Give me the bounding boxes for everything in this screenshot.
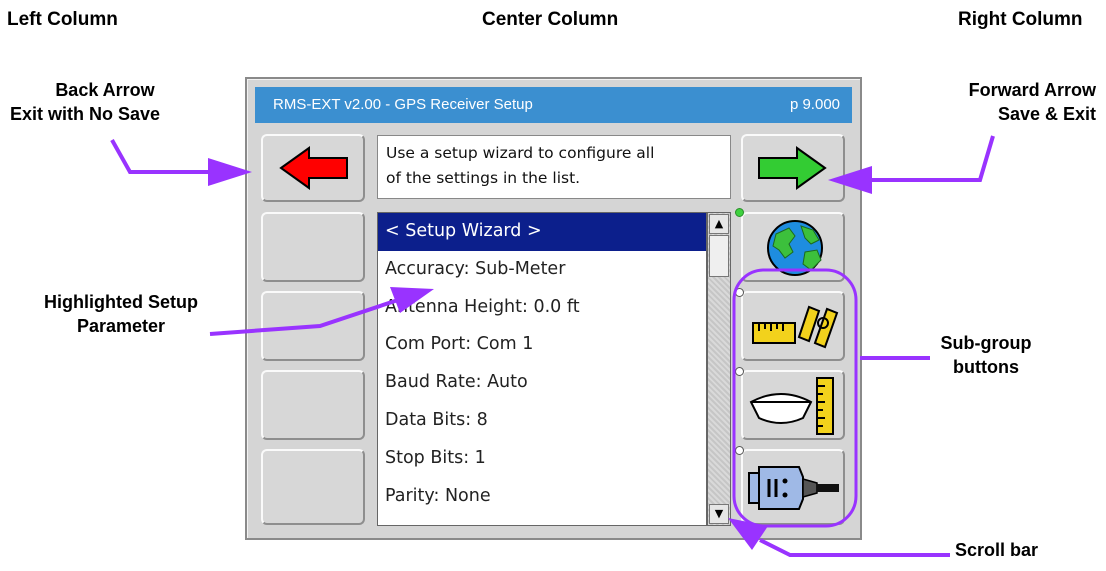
help-message-line1: Use a setup wizard to configure all [386, 144, 655, 162]
highlighted-parameter-callout: Highlighted Setup Parameter [25, 290, 217, 338]
highlight-callout-line2: Parameter [76, 316, 166, 336]
back-arrow-callout: Back Arrow [55, 78, 155, 102]
title-bar: RMS-EXT v2.00 - GPS Receiver Setup p 9.0… [255, 87, 852, 123]
center-column-heading: Center Column [482, 9, 619, 30]
back-callout-line1: Back Arrow [55, 80, 155, 100]
left-empty-button-2[interactable] [261, 291, 365, 361]
list-item-parity[interactable]: Parity: None [378, 478, 706, 516]
scrollbar-callout: Scroll bar [955, 538, 1038, 562]
left-column-heading: Left Column [7, 9, 118, 30]
screen-title: RMS-EXT v2.00 - GPS Receiver Setup [273, 96, 533, 113]
antenna-height-icon [752, 305, 839, 349]
serial-port-icon [748, 466, 839, 510]
list-item-accuracy[interactable]: Accuracy: Sub-Meter [378, 251, 706, 289]
back-callout-line2: Exit with No Save [10, 104, 161, 124]
device-screen: RMS-EXT v2.00 - GPS Receiver Setup p 9.0… [245, 77, 862, 540]
list-item-setup-wizard[interactable]: < Setup Wizard > [378, 213, 706, 251]
back-button[interactable] [261, 134, 365, 202]
forward-arrow-callout: Forward Arrow Save & Exit [930, 78, 1096, 126]
antenna-height-button[interactable] [741, 291, 845, 361]
scroll-thumb[interactable] [709, 235, 729, 277]
scrollbar-callout-line [759, 538, 950, 557]
subgroup-callout: Sub-group buttons [936, 331, 1036, 379]
forward-callout-line [870, 135, 995, 182]
com-port-button[interactable] [741, 449, 845, 525]
subgroup-callout-line1: Sub-group [940, 333, 1032, 353]
left-empty-button-1[interactable] [261, 212, 365, 282]
globe-button[interactable] [741, 212, 845, 282]
gps-receiver-indicator [735, 367, 744, 376]
list-item-stop-bits[interactable]: Stop Bits: 1 [378, 440, 706, 478]
help-message-line2: of the settings in the list. [386, 169, 581, 187]
back-callout-line [110, 139, 210, 174]
scrollbar-callout-label: Scroll bar [955, 540, 1039, 560]
list-item-baud-rate[interactable]: Baud Rate: Auto [378, 364, 706, 402]
com-port-indicator [735, 446, 744, 455]
forward-callout-line1: Forward Arrow [968, 80, 1096, 100]
globe-indicator [735, 208, 744, 217]
list-item-com-port[interactable]: Com Port: Com 1 [378, 326, 706, 364]
scroll-up-button[interactable]: ▲ [709, 214, 729, 234]
antenna-height-indicator [735, 288, 744, 297]
scroll-down-button[interactable]: ▼ [709, 504, 729, 524]
setup-parameter-list[interactable]: < Setup Wizard > Accuracy: Sub-Meter Ant… [377, 212, 707, 526]
left-empty-button-4[interactable] [261, 449, 365, 525]
highlight-callout-line1: Highlighted Setup [44, 292, 198, 312]
right-column-heading: Right Column [958, 9, 1083, 30]
list-scrollbar[interactable]: ▲ ▼ [707, 212, 731, 526]
help-message: Use a setup wizard to configure all of t… [377, 135, 731, 199]
forward-arrow-icon [758, 146, 827, 190]
list-item-data-bits[interactable]: Data Bits: 8 [378, 402, 706, 440]
forward-button[interactable] [741, 134, 845, 202]
list-item-antenna-height[interactable]: Antenna Height: 0.0 ft [378, 289, 706, 327]
page-number: p 9.000 [789, 96, 840, 113]
back-arrow-callout-sub: Exit with No Save [10, 102, 160, 126]
back-arrow-icon [279, 146, 348, 190]
gps-receiver-icon [749, 377, 834, 435]
left-empty-button-3[interactable] [261, 370, 365, 440]
forward-callout-line2: Save & Exit [997, 104, 1096, 124]
globe-icon [767, 220, 823, 276]
gps-receiver-button[interactable] [741, 370, 845, 440]
subgroup-callout-line2: buttons [953, 357, 1019, 377]
